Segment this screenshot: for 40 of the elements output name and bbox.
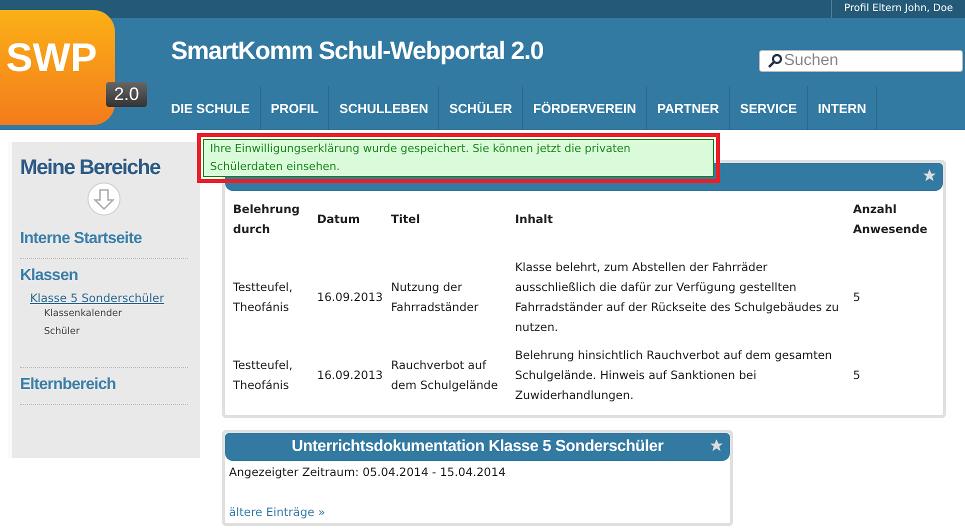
nav-item[interactable]: FÖRDERVEREIN bbox=[523, 86, 648, 130]
nav-item[interactable]: DIE SCHULE bbox=[171, 86, 261, 130]
table-cell-text: 5 bbox=[852, 367, 862, 384]
column-header: Datum bbox=[316, 211, 361, 228]
column-header: Titel bbox=[390, 211, 422, 228]
sidebar-section[interactable]: Interne Startseite bbox=[20, 222, 188, 254]
star-icon[interactable] bbox=[922, 168, 937, 183]
column-header: Inhalt bbox=[514, 211, 554, 228]
nav-item[interactable]: PROFIL bbox=[260, 86, 330, 130]
sidebar-section[interactable]: Klassen bbox=[20, 259, 188, 291]
older-entries-link[interactable]: ältere Einträge » bbox=[225, 501, 730, 523]
nav-item[interactable]: SCHÜLER bbox=[439, 86, 524, 130]
table-cell-text: 16.09.2013 bbox=[316, 289, 384, 306]
table-cell-text: Testteufel, Theofánis bbox=[232, 357, 294, 394]
sidebar-subitem[interactable]: Schüler bbox=[20, 323, 188, 341]
table-cell-text: 16.09.2013 bbox=[316, 367, 384, 384]
nav-item[interactable]: SERVICE bbox=[730, 86, 808, 130]
nav-item[interactable]: INTERN bbox=[808, 86, 878, 130]
class-link[interactable]: Klasse 5 Sonderschüler bbox=[20, 291, 188, 305]
sidebar-title: Meine Bereiche bbox=[20, 156, 162, 180]
panel-title: Unterrichtsdokumentation Klasse 5 Sonderschüler bbox=[292, 438, 664, 456]
sidebar-section[interactable]: Elternbereich bbox=[20, 368, 188, 400]
star-icon[interactable] bbox=[709, 438, 724, 453]
table-cell-text: Klasse belehrt, zum Abstellen der Fahrräder ausschließlich die dafür zur Verfügung gestellten Fahrradständer auf der Rückseite des Schulgebäudes zu nutzen. bbox=[514, 259, 840, 336]
table-cell-text: 5 bbox=[852, 289, 862, 306]
sidebar-subitem[interactable]: Klassenkalender bbox=[20, 305, 188, 323]
table-cell-text: Rauchverbot auf dem Schulgelände bbox=[390, 357, 499, 394]
site-title: SmartKomm Schul-Webportal 2.0 bbox=[171, 37, 544, 66]
logo-text: SWP bbox=[6, 36, 98, 81]
period-text: Angezeigter Zeitraum: 05.04.2014 - 15.04.2014 bbox=[228, 464, 507, 481]
table-cell-text: Testteufel, Theofánis bbox=[232, 279, 294, 316]
table-cell-text: Nutzung der Fahrradständer bbox=[390, 279, 480, 316]
column-header: Anzahl Anwesende bbox=[852, 201, 928, 238]
table-cell-text: Belehrung hinsichtlich Rauchverbot auf dem gesamten Schulgelände. Hinweis auf Sanktionen bei Zuwiderhandlungen. bbox=[514, 347, 834, 404]
version-badge: 2.0 bbox=[106, 82, 147, 107]
success-message: Ihre Einwilligungserklärung wurde gespeichert. Sie können jetzt die privaten Schülerdaten einsehen. bbox=[203, 139, 714, 177]
nav-item[interactable]: SCHULLEBEN bbox=[329, 86, 440, 130]
column-header: Belehrung durch bbox=[232, 201, 301, 238]
search-field[interactable]: Suchen bbox=[759, 50, 963, 72]
nav-item[interactable]: PARTNER bbox=[647, 86, 730, 130]
